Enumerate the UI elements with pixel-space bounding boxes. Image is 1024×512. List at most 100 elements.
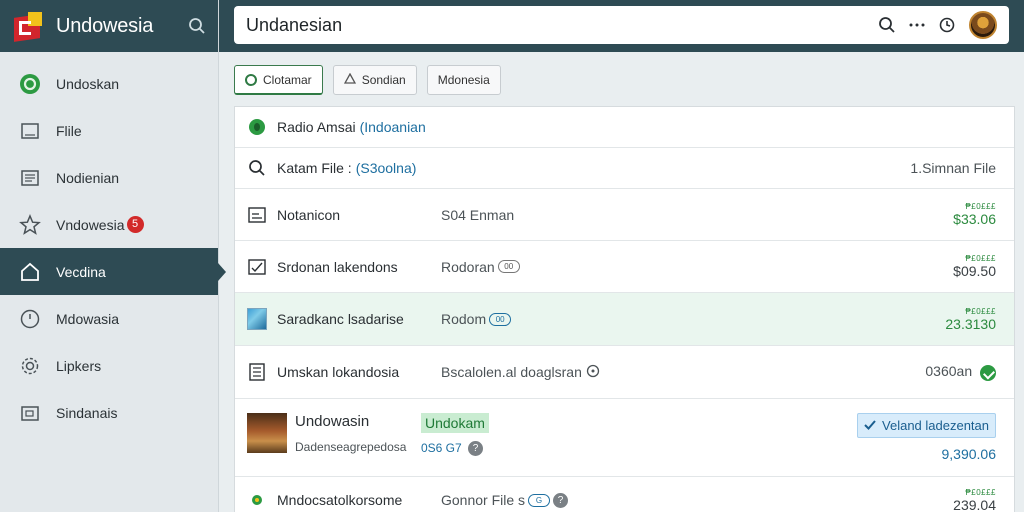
row-meta: Rodoran	[441, 258, 495, 275]
home-icon	[18, 260, 42, 284]
sidebar-item-mdowasia[interactable]: Mdowasia	[0, 295, 218, 342]
price-caption: ₱£0£££	[965, 487, 996, 497]
button-label: Clotamar	[263, 72, 312, 87]
gear-icon	[18, 354, 42, 378]
avatar[interactable]	[969, 11, 997, 39]
row-price: ₱£0£££ $33.06	[953, 202, 996, 227]
row-meta: Rodom	[441, 311, 487, 327]
table-row[interactable]: Notanicon S04 Enman ₱£0£££ $33.06	[235, 189, 1014, 241]
sidebar: Undowesia Undoskan Flile Nodienian Vndow…	[0, 0, 226, 512]
sidebar-item-sindanais[interactable]: Sindanais	[0, 389, 218, 436]
file-count: 1.Simnan File	[910, 160, 996, 176]
app-name: Undowesia	[56, 14, 154, 37]
search-icon[interactable]	[877, 15, 897, 35]
status-dot-icon	[247, 117, 267, 137]
list-header-link[interactable]: (Indoanian	[360, 119, 426, 135]
toolbar-button-mdonesia[interactable]: Mdonesia	[426, 65, 501, 95]
toolbar-button-sondian[interactable]: Sondian	[332, 65, 417, 95]
check-circle-icon	[980, 364, 996, 381]
more-options-icon[interactable]	[907, 15, 927, 35]
app-logo[interactable]	[12, 10, 44, 42]
button-label: Mdonesia	[437, 73, 490, 87]
row-action-button[interactable]: Veland ladezentan	[857, 413, 996, 438]
help-icon: ?	[468, 441, 484, 457]
row-title-block: Undowasin Dadenseagrepedosa	[295, 413, 421, 454]
search-input[interactable]: Undanesian	[246, 15, 867, 36]
folder-icon	[18, 401, 42, 425]
status-dot-icon	[247, 490, 267, 510]
info-circle-icon	[586, 364, 600, 381]
price-value: $09.50	[953, 263, 996, 279]
sidebar-item-label: Sindanais	[56, 404, 118, 421]
circle-icon	[245, 73, 257, 86]
sidebar-item-label: Mdowasia	[56, 310, 120, 327]
sidebar-item-label: Flile	[56, 122, 82, 139]
price-caption: ₱£0£££	[965, 254, 996, 263]
sidebar-item-lipkers[interactable]: Lipkers	[0, 342, 218, 389]
table-row[interactable]: Umskan lokandosia Bscalolen.al doaglsran…	[235, 346, 1014, 399]
row-meta: Gonnor File s	[441, 492, 526, 508]
row-tag: 00	[489, 312, 512, 326]
search-icon	[247, 158, 267, 178]
row-meta-block: Undokam 0S6 G7 ?	[421, 413, 489, 457]
sidebar-item-nodienian[interactable]: Nodienian	[0, 154, 218, 201]
row-tag: G	[528, 493, 551, 507]
row-title: Umskan lokandosia	[277, 364, 400, 380]
file-search-label: Katam File :	[277, 160, 352, 176]
sidebar-search-icon[interactable]	[188, 17, 206, 35]
table-row-selected[interactable]: Saradkanc lsadarise Rodom 00 ₱£0£££ 23.3…	[235, 293, 1014, 346]
row-title: Saradkanc lsadarise	[277, 311, 404, 327]
edit-doc-icon	[247, 257, 267, 277]
image-thumbnail	[247, 413, 287, 453]
file-search-row[interactable]: Katam File : (S3oolna) 1.Simnan File	[235, 148, 1014, 189]
row-subtitle: Dadenseagrepedosa	[295, 440, 407, 454]
sidebar-item-label: Vecdina	[56, 263, 106, 280]
row-meta: S04 Enman	[441, 206, 515, 223]
row-meta-label: 0S6 G7	[421, 441, 462, 455]
row-title: Srdonan lakendons	[277, 258, 398, 275]
row-title: Notanicon	[277, 206, 341, 223]
star-icon	[18, 213, 42, 237]
row-price: ₱£0£££ 239.04	[953, 488, 996, 512]
file-icon	[18, 119, 42, 143]
table-row[interactable]: Undowasin Dadenseagrepedosa Undokam 0S6 …	[235, 399, 1014, 477]
price-caption: ₱£0£££	[965, 202, 996, 211]
sidebar-item-label: Lipkers	[56, 357, 102, 374]
row-title: Mndocsatolkorsome	[277, 492, 403, 508]
toolbar: Clotamar Sondian Mdonesia	[234, 65, 501, 95]
sidebar-item-flile[interactable]: Flile	[0, 107, 218, 154]
row-tag: 00	[497, 260, 520, 273]
price-caption: ₱£0£££	[965, 306, 996, 316]
sidebar-item-label: Undoskan	[56, 75, 120, 92]
sidebar-item-undoskan[interactable]: Undoskan	[0, 60, 218, 107]
button-label: Sondian	[361, 73, 406, 87]
document-lines-icon	[247, 362, 267, 382]
file-search-link[interactable]: (S3oolna)	[356, 160, 417, 176]
row-action-label: Veland ladezentan	[882, 418, 989, 433]
row-meta: Bscalolen.al doaglsran	[441, 364, 582, 380]
notification-badge: 5	[126, 216, 144, 233]
search-field[interactable]: Undanesian	[234, 6, 1009, 44]
table-row[interactable]: Srdonan lakendons Rodoran 00 ₱£0£££ $09.…	[235, 241, 1014, 293]
price-value: 23.3130	[945, 315, 996, 332]
row-price: ₱£0£££ 23.3130	[945, 307, 996, 332]
list-header: Radio Amsai (Indoanian	[235, 107, 1014, 148]
triangle-icon	[343, 72, 356, 87]
image-thumbnail	[247, 308, 267, 330]
clock-icon	[18, 307, 42, 331]
row-title: Undowasin	[295, 413, 370, 430]
sidebar-item-vecdina[interactable]: Vecdina	[0, 248, 226, 295]
sidebar-item-label: Vndowesia	[56, 216, 125, 233]
row-price: ₱£0£££ $09.50	[953, 254, 996, 279]
row-status-badge: Undokam	[421, 413, 489, 433]
list-header-title: Radio Amsai	[277, 119, 356, 135]
toolbar-button-clotamar[interactable]: Clotamar	[234, 65, 323, 95]
history-icon[interactable]	[937, 15, 957, 35]
top-bar: Undanesian	[219, 0, 1024, 52]
table-row[interactable]: Mndocsatolkorsome Gonnor File s G ? ₱£0£…	[235, 477, 1014, 512]
row-status-label: 0360an	[925, 363, 973, 380]
row-meta: 0S6 G7 ?	[421, 441, 489, 457]
document-icon	[18, 166, 42, 190]
sidebar-item-label: Nodienian	[56, 169, 120, 186]
sidebar-item-vndowesia[interactable]: Vndowesia 5	[0, 201, 218, 248]
